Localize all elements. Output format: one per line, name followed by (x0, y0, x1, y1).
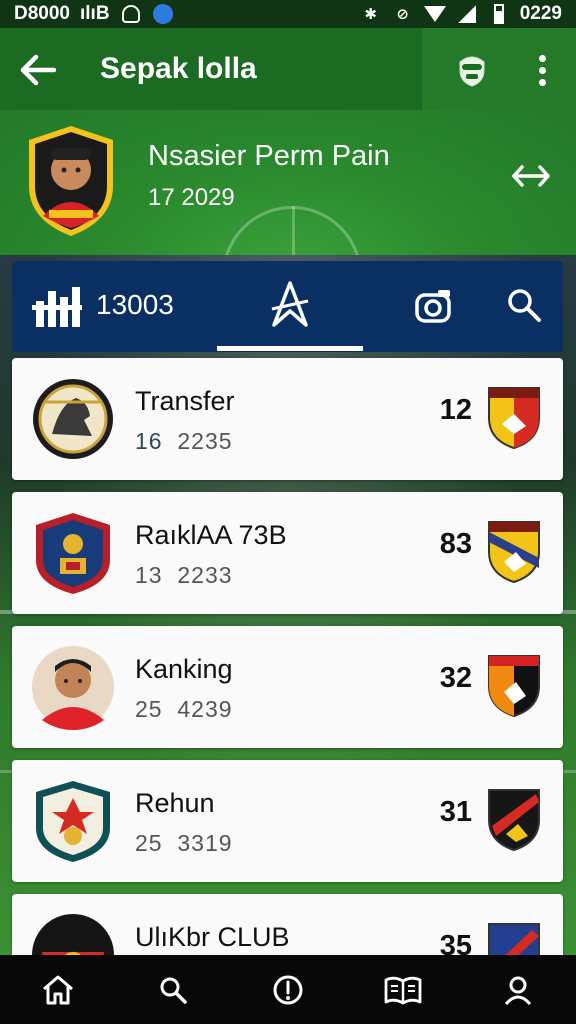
profile-crest-icon (29, 126, 113, 236)
status-bar: D8000 ılıB ✱ ⊘ 0229 (0, 0, 576, 28)
green-crest-icon (36, 781, 110, 862)
red-blue-crest-icon (36, 513, 110, 594)
nav-library[interactable] (383, 970, 423, 1010)
list-item[interactable]: Transfer 16 2235 12 (12, 358, 563, 480)
status-time-right: 0229 (519, 3, 562, 24)
profile-header: Nsasier Perm Pain 17 2029 (0, 110, 576, 255)
toolbar-count: 13003 (96, 289, 174, 320)
nav-home[interactable] (38, 970, 78, 1010)
profile-name: Nsasier Perm Pain (148, 140, 390, 172)
status-time-left: D8000 (14, 3, 70, 24)
search-icon (160, 977, 187, 1004)
book-icon (384, 976, 422, 1004)
status-app-glyphs: ılıB (80, 3, 110, 24)
swap-arrows-icon (512, 165, 550, 187)
black-orange-shield-icon (488, 655, 540, 718)
more-options-button[interactable] (528, 50, 556, 90)
app-bar: Sepak lolla (0, 28, 576, 110)
mask-avatar-icon (459, 56, 485, 87)
stats-icon[interactable] (32, 283, 82, 329)
info-icon (273, 975, 303, 1004)
card-title: Rehun (135, 788, 215, 818)
more-dot-icon (538, 78, 546, 86)
nav-search[interactable] (153, 970, 193, 1010)
card-title: Kanking (135, 654, 233, 684)
card-subtitle: 25 4239 (135, 696, 233, 722)
player-avatar-icon (32, 646, 114, 730)
pitch-line-decoration (292, 206, 295, 255)
red-yellow-shield-icon (488, 387, 540, 450)
card-title: RaıklAA 73B (135, 520, 287, 550)
nav-info[interactable] (268, 970, 308, 1010)
list-item[interactable]: RaıklAA 73B 13 2233 83 (12, 492, 563, 614)
profile-date: 17 2029 (148, 184, 235, 211)
profile-mask-button[interactable] (452, 50, 492, 90)
list-item[interactable]: Kanking 25 4239 32 (12, 626, 563, 748)
list-item[interactable]: Rehun 25 3319 31 (12, 760, 563, 882)
swap-button[interactable] (510, 156, 552, 196)
app-notification-icon (152, 4, 174, 24)
card-score: 31 (439, 796, 472, 828)
content-panel: 13003 Transfer 16 2235 12 RaıklAA 73B 13… (12, 261, 563, 1016)
nav-profile[interactable] (498, 970, 538, 1010)
home-icon (42, 975, 73, 1004)
search-icon[interactable] (506, 287, 542, 323)
card-title: Transfer (135, 386, 235, 416)
camera-icon[interactable] (414, 287, 454, 325)
card-subtitle: 13 2233 (135, 562, 233, 588)
eagle-crest-icon (33, 379, 113, 459)
card-subtitle: 25 3319 (135, 830, 233, 856)
tab-center-logo-icon[interactable] (268, 281, 312, 329)
battery-icon (488, 4, 510, 24)
back-button[interactable] (18, 50, 58, 90)
card-score: 32 (439, 662, 472, 694)
notification-bell-icon (120, 4, 142, 24)
card-subtitle: 16 2235 (135, 428, 233, 454)
vibrate-icon: ⊘ (396, 6, 409, 23)
user-icon (505, 976, 532, 1005)
arrow-left-icon (20, 54, 56, 86)
app-title: Sepak lolla (100, 52, 257, 85)
bottom-navigation (0, 955, 576, 1024)
bluetooth-icon: ✱ (364, 6, 377, 23)
card-score: 12 (439, 394, 472, 426)
signal-icon (456, 4, 478, 24)
black-red-shield-icon (488, 789, 540, 852)
card-score: 83 (439, 528, 472, 560)
panel-toolbar: 13003 (12, 261, 563, 352)
wifi-icon (423, 4, 446, 24)
yellow-shield-icon (488, 521, 540, 584)
card-title: UlıKbr CLUB (135, 922, 290, 952)
more-dot-icon (538, 54, 546, 62)
more-dot-icon (538, 66, 546, 74)
active-tab-indicator (217, 346, 363, 351)
